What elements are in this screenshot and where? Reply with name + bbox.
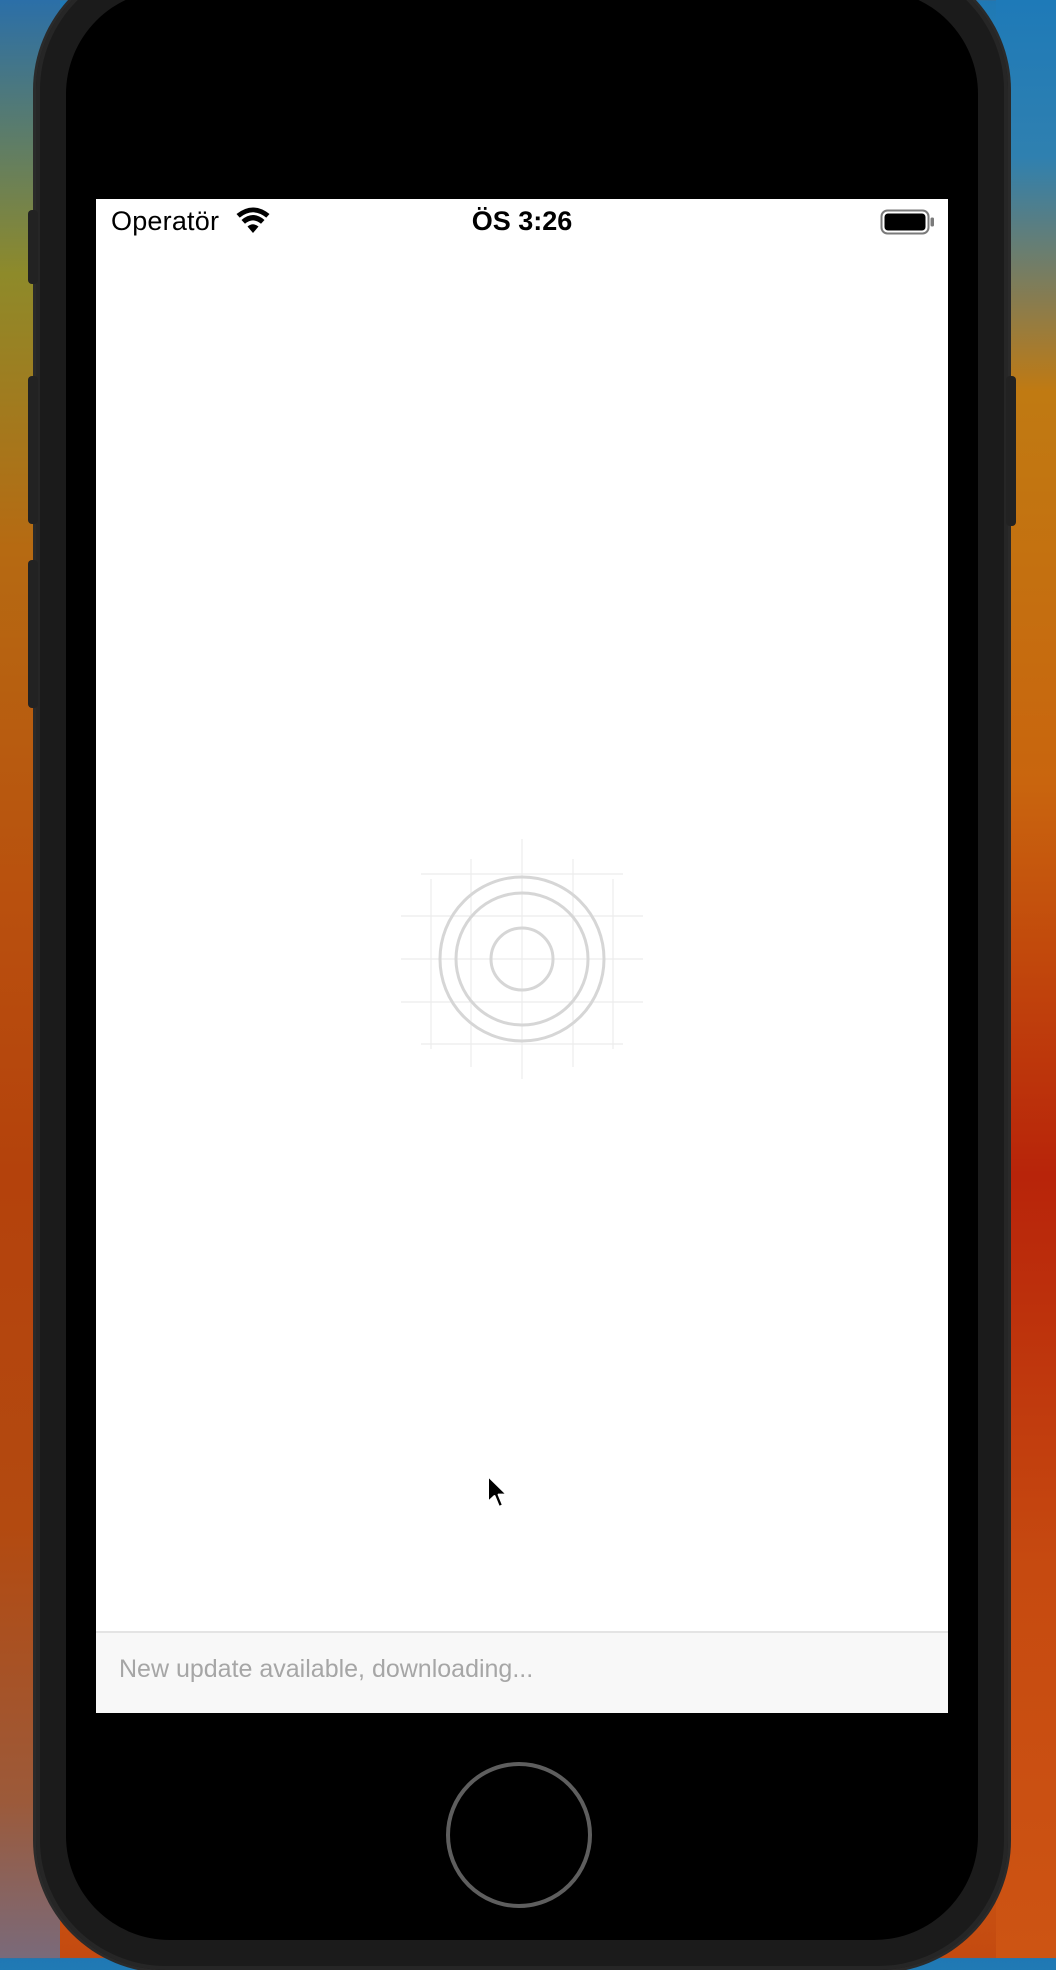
update-banner: New update available, downloading...: [96, 1631, 948, 1713]
mute-switch[interactable]: [28, 210, 38, 284]
volume-down-button[interactable]: [28, 560, 38, 708]
battery-icon: [880, 209, 934, 235]
update-banner-text: New update available, downloading...: [119, 1655, 534, 1683]
app-logo-icon: [401, 839, 643, 1079]
status-time: ÖS 3:26: [471, 206, 573, 236]
app-screen: Operatör ÖS 3:26 New update available, d…: [96, 199, 948, 1713]
status-bar: Operatör ÖS 3:26: [96, 199, 948, 245]
home-button[interactable]: [446, 1762, 592, 1908]
power-button[interactable]: [1006, 376, 1016, 526]
mouse-cursor-icon: [487, 1475, 508, 1508]
volume-up-button[interactable]: [28, 376, 38, 524]
